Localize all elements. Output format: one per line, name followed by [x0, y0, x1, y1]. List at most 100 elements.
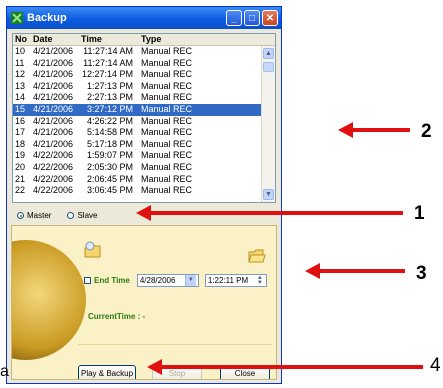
backup-app-icon — [11, 12, 23, 24]
table-row[interactable]: 13 4/21/2006 1:27:13 PM Manual REC — [13, 81, 275, 93]
table-row[interactable]: 11 4/21/2006 11:27:14 AM Manual REC — [13, 58, 275, 70]
cell-time: 1:27:13 PM — [86, 80, 133, 91]
cell-no: 11 — [15, 57, 25, 68]
end-time-label: End Time — [94, 276, 130, 285]
table-row[interactable]: 19 4/22/2006 1:59:07 PM Manual REC — [13, 150, 275, 162]
cell-time: 11:27:14 AM — [83, 57, 133, 68]
table-row[interactable]: 16 4/21/2006 4:26:22 PM Manual REC — [13, 116, 275, 128]
scroll-up-button[interactable]: ▲ — [263, 48, 274, 59]
cell-type: Manual REC — [141, 57, 193, 68]
cell-date: 4/22/2006 — [33, 173, 74, 184]
cell-date: 4/22/2006 — [33, 150, 74, 161]
table-row[interactable]: 22 4/22/2006 3:06:45 PM Manual REC — [13, 185, 275, 197]
current-time-label: CurrentTime : - — [88, 312, 146, 321]
column-type[interactable]: Type — [141, 34, 275, 45]
callout-number-1: 1 — [414, 203, 425, 224]
callout-arrow-4 — [147, 359, 423, 375]
table-row[interactable]: 15 4/21/2006 3:27:12 PM Manual REC — [13, 103, 275, 116]
cell-type: Manual REC — [141, 80, 193, 91]
master-radio-label: Master — [27, 211, 52, 220]
table-row[interactable]: 12 4/21/2006 12:27:14 PM Manual REC — [13, 69, 275, 81]
callout-arrow-3 — [305, 263, 405, 279]
cell-no: 22 — [15, 185, 26, 196]
cell-type: Manual REC — [141, 173, 193, 184]
end-time-value: 1:22:11 PM — [207, 276, 249, 285]
cell-date: 4/22/2006 — [33, 161, 74, 172]
spin-arrows-icon[interactable]: ▲ ▼ — [256, 275, 264, 286]
mode-radio-group: Master Slave — [17, 211, 97, 220]
cell-no: 19 — [15, 150, 26, 161]
cell-time: 12:27:14 PM — [81, 69, 133, 80]
column-no[interactable]: No — [13, 34, 33, 45]
cell-date: 4/21/2006 — [33, 115, 74, 126]
cell-no: 20 — [15, 161, 26, 172]
panel-divider — [78, 344, 272, 345]
cell-date: 4/21/2006 — [33, 69, 74, 80]
vertical-scrollbar[interactable]: ▲ ▼ — [261, 46, 275, 202]
cell-date: 4/21/2006 — [33, 80, 74, 91]
side-letter: a — [0, 363, 9, 380]
column-date[interactable]: Date — [33, 34, 81, 45]
master-radio[interactable]: Master — [17, 211, 51, 220]
cell-type: Manual REC — [141, 92, 193, 103]
cell-date: 4/21/2006 — [33, 103, 74, 114]
column-time[interactable]: Time — [81, 34, 141, 45]
cell-type: Manual REC — [141, 161, 193, 172]
cell-no: 21 — [15, 173, 26, 184]
cell-time: 11:27:14 AM — [83, 46, 133, 56]
table-row[interactable]: 14 4/21/2006 2:27:13 PM Manual REC — [13, 92, 275, 104]
table-row[interactable]: 20 4/22/2006 2:05:30 PM Manual REC — [13, 162, 275, 174]
open-folder-icon[interactable] — [82, 240, 104, 264]
chevron-down-icon[interactable]: ▼ — [184, 275, 196, 286]
table-row[interactable]: 17 4/21/2006 5:14:58 PM Manual REC — [13, 127, 275, 139]
cell-date: 4/21/2006 — [33, 57, 74, 68]
maximize-icon: □ — [248, 12, 256, 24]
title-bar[interactable]: Backup _ □ ✕ — [7, 7, 281, 29]
cell-no: 10 — [15, 46, 26, 56]
callout-number-2: 2 — [421, 121, 432, 142]
play-backup-button[interactable]: Play & Backup — [78, 365, 136, 379]
cell-date: 4/22/2006 — [33, 185, 74, 196]
scroll-down-button[interactable]: ▼ — [263, 189, 274, 200]
cell-type: Manual REC — [141, 115, 193, 126]
cell-time: 4:26:22 PM — [86, 115, 133, 126]
callout-number-4: 4 — [430, 355, 441, 376]
minimize-icon: _ — [231, 12, 237, 24]
playback-panel: End Time 4/28/2006 ▼ 1:22:11 PM ▲ ▼ Curre… — [11, 225, 277, 380]
backup-record-list[interactable]: No Date Time Type 10 4/21/2006 11:27:14 AM… — [12, 33, 276, 203]
chevron-down-icon: ▼ — [265, 191, 272, 198]
cell-no: 15 — [15, 103, 26, 114]
maximize-button[interactable]: □ — [244, 10, 260, 26]
slave-radio[interactable]: Slave — [67, 211, 97, 220]
end-date-value: 4/28/2006 — [139, 276, 176, 285]
window-title: Backup — [27, 12, 67, 24]
callout-arrow-1 — [136, 205, 403, 221]
list-rows: 10 4/21/2006 11:27:14 AM Manual REC 11 4/21/2… — [13, 46, 275, 197]
cell-time: 3:27:12 PM — [86, 103, 133, 114]
folder-icon[interactable] — [248, 248, 266, 266]
panel-controls: End Time 4/28/2006 ▼ 1:22:11 PM ▲ ▼ Curre… — [74, 226, 276, 379]
cell-type: Manual REC — [141, 69, 193, 80]
cell-no: 16 — [15, 115, 26, 126]
slave-radio-dot[interactable] — [67, 212, 75, 219]
cell-date: 4/21/2006 — [33, 127, 74, 138]
scroll-thumb[interactable] — [263, 62, 274, 72]
cell-type: Manual REC — [141, 103, 193, 114]
close-window-button[interactable]: ✕ — [262, 10, 278, 26]
minimize-button[interactable]: _ — [226, 10, 242, 26]
master-radio-dot[interactable] — [17, 212, 24, 219]
table-row[interactable]: 10 4/21/2006 11:27:14 AM Manual REC — [13, 46, 275, 58]
table-row[interactable]: 21 4/22/2006 2:06:45 PM Manual REC — [13, 174, 275, 186]
end-time-spinner[interactable]: 1:22:11 PM ▲ ▼ — [204, 274, 267, 287]
slave-radio-label: Slave — [77, 211, 98, 220]
cell-time: 2:05:30 PM — [86, 161, 133, 172]
cell-type: Manual REC — [141, 150, 193, 161]
end-time-row: End Time 4/28/2006 ▼ 1:22:11 PM ▲ ▼ — [84, 274, 267, 287]
cell-date: 4/21/2006 — [33, 46, 74, 56]
table-row[interactable]: 18 4/21/2006 5:17:18 PM Manual REC — [13, 139, 275, 151]
cell-no: 12 — [15, 69, 26, 80]
end-date-picker[interactable]: 4/28/2006 ▼ — [136, 274, 199, 287]
cell-type: Manual REC — [141, 185, 193, 196]
end-time-checkbox[interactable] — [84, 277, 91, 284]
cell-time: 2:06:45 PM — [86, 173, 133, 184]
